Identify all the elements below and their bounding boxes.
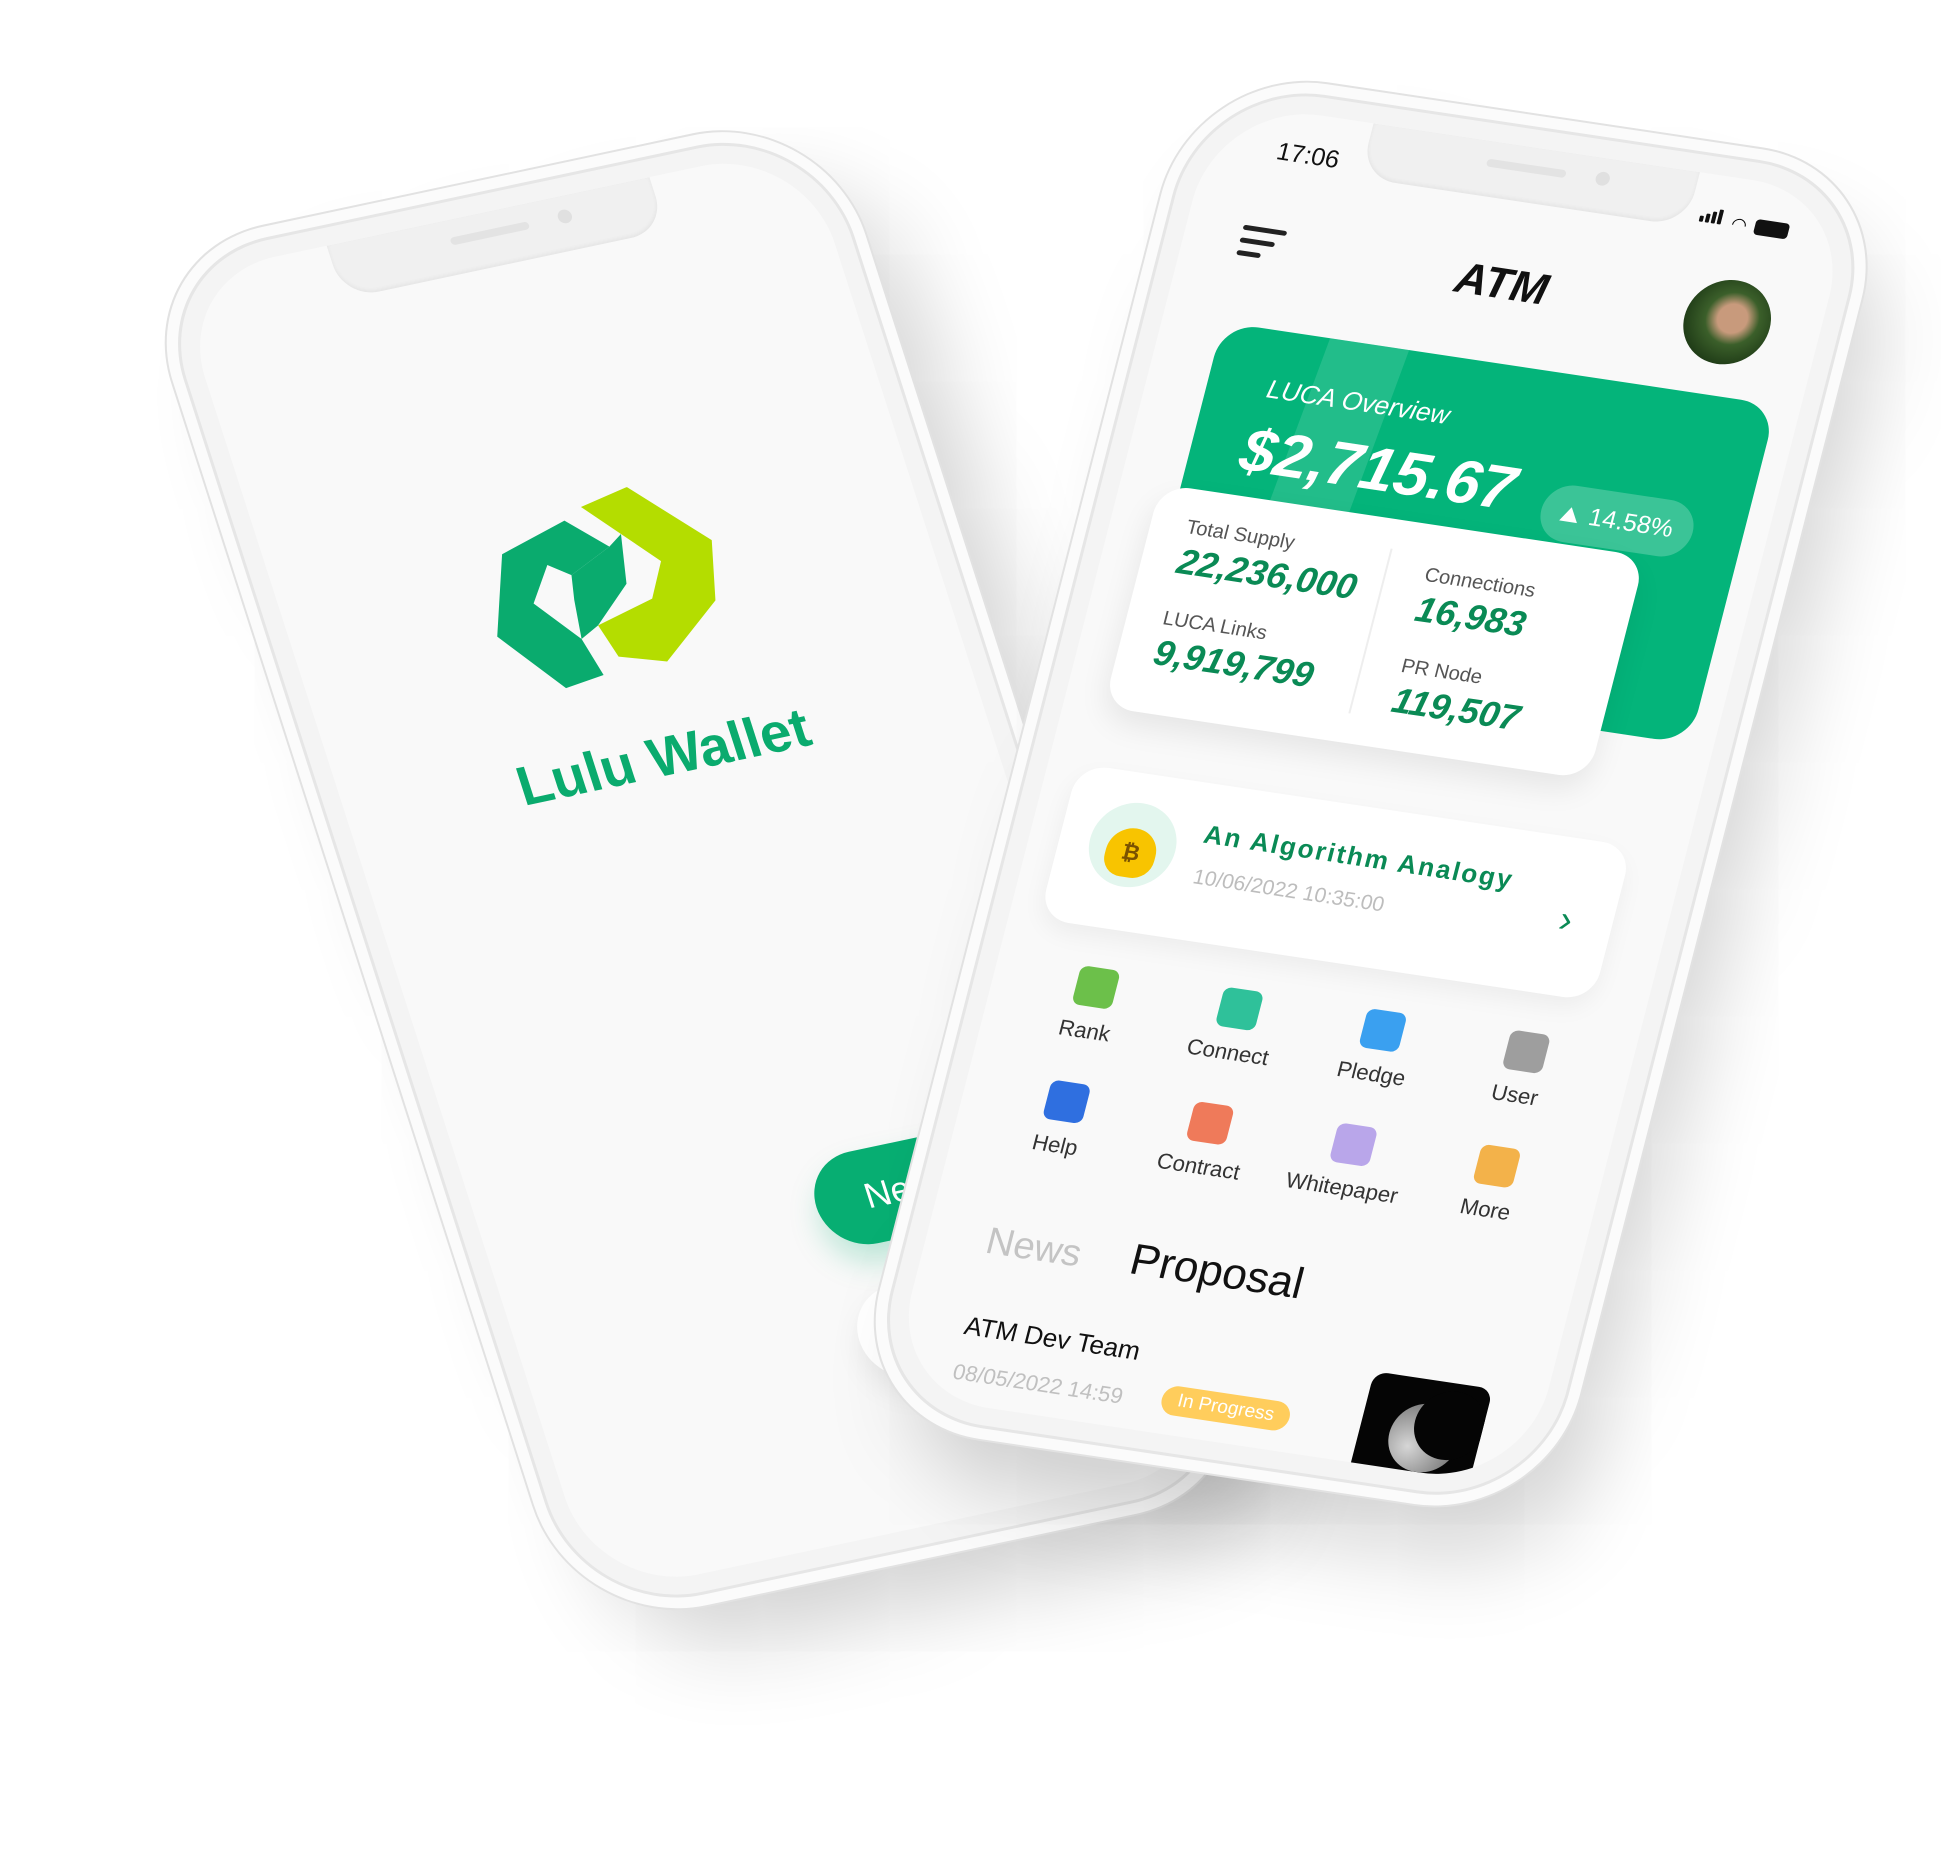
article-card[interactable]: ₿ An Algorithm Analogy 10/06/2022 10:35:… [1038,763,1633,1002]
brand-name: Lulu Wallet [508,695,818,818]
lulu-wallet-logo [497,487,716,689]
signal-icon [1698,207,1727,230]
menu-item-label: Help [1029,1129,1081,1161]
menu-item-label: User [1488,1079,1541,1111]
chevron-right-icon[interactable]: › [1554,899,1578,943]
notch [326,177,667,300]
menu-item-contract[interactable]: Contract [1123,1093,1286,1190]
tab-bar: News Proposal [981,1214,1309,1310]
menu-item-whitepaper[interactable]: Whitepaper [1267,1115,1430,1212]
menu-item-connect[interactable]: Connect [1153,979,1316,1076]
bitcoin-icon: ₿ [1079,796,1186,894]
proposal-date: 08/05/2022 14:59 [950,1358,1126,1409]
pledge-icon [1357,1007,1408,1053]
whitepaper-icon [1328,1122,1378,1167]
change-value: 14.58% [1585,502,1677,543]
more-icon [1471,1143,1522,1189]
menu-item-label: Connect [1184,1033,1272,1071]
status-badge: In Progress [1158,1384,1294,1433]
proposal-title[interactable]: ATM Dev Team [961,1311,1143,1367]
menu-item-pledge[interactable]: Pledge [1296,1000,1459,1097]
menu-item-more[interactable]: More [1410,1136,1573,1233]
menu-item-label: More [1457,1193,1514,1226]
proposal-thumbnail[interactable] [1344,1371,1494,1489]
status-time: 17:06 [1273,137,1343,174]
feature-menu: Rank Connect Pledge User Help Contract Whitepa… [980,957,1602,1233]
up-triangle-icon [1559,505,1581,523]
menu-item-user[interactable]: User [1440,1022,1603,1119]
user-icon [1501,1029,1551,1075]
menu-item-rank[interactable]: Rank [1009,957,1172,1054]
rank-icon [1070,965,1121,1010]
menu-item-help[interactable]: Help [980,1072,1143,1169]
stat-total-supply: Total Supply 22,236,000 [1173,516,1368,608]
tab-proposal[interactable]: Proposal [1125,1235,1309,1309]
stat-connections: Connections 16,983 [1411,564,1537,645]
notch [1359,123,1700,227]
menu-item-label: Pledge [1334,1056,1409,1091]
stat-pr-node: PR Node 119,507 [1388,655,1531,739]
connect-icon [1214,986,1264,1032]
stat-luca-links: LUCA Links 9,919,799 [1149,607,1324,696]
menu-item-label: Rank [1055,1014,1114,1047]
menu-item-label: Contract [1154,1148,1243,1185]
menu-item-label: Whitepaper [1283,1167,1401,1209]
tab-news[interactable]: News [981,1220,1086,1276]
help-icon [1041,1079,1091,1125]
status-icons: ◠ [1698,207,1792,240]
battery-icon [1752,218,1791,240]
wifi-icon: ◠ [1728,213,1750,236]
atm-screen: 17:06 ◠ ATM LUCA Overview $2,715.67 14.5… [886,100,1856,1489]
contract-icon [1184,1100,1235,1146]
article-date: 10/06/2022 10:35:00 [1190,865,1387,917]
